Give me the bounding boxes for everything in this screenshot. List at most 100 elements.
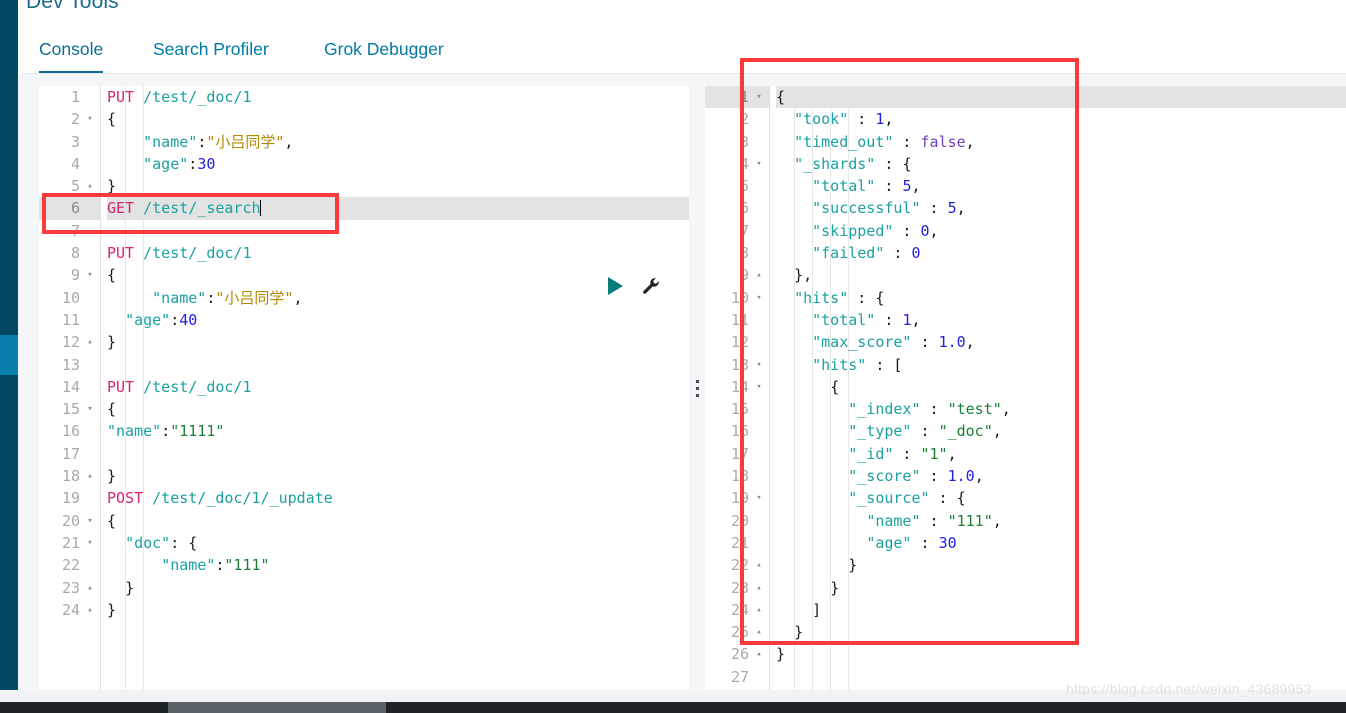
code-token: "test" [947,400,1002,419]
code-line[interactable]: PUT /test/_doc/1 [107,86,689,108]
fold-expand-icon[interactable]: ▴ [84,577,96,599]
code-line[interactable]: } [107,577,689,599]
fold-collapse-icon[interactable]: ▾ [753,287,765,309]
response-editor[interactable]: 1 ▾ 2 3 4 ▾ 5 6 7 8 9 ▴ 10 ▾ 11 12 13 ▾ 14 ▾ 15 16 17 18 19 ▾ 20 21… [705,86,1346,690]
code-line[interactable]: "_type" : "_doc", [776,420,1346,442]
code-line[interactable]: "age":40 [107,309,689,331]
code-token: "age" [866,533,912,552]
tab-search-profiler[interactable]: Search Profiler [153,26,269,74]
code-line[interactable]: "age":30 [107,153,689,175]
fold-expand-icon[interactable]: ▴ [753,621,765,643]
fold-collapse-icon[interactable]: ▾ [753,354,765,376]
fold-expand-icon[interactable]: ▴ [753,264,765,286]
fold-expand-icon[interactable]: ▴ [753,554,765,576]
code-line[interactable]: "name":"111" [107,554,689,576]
code-token: "total" [812,177,876,196]
code-token: } [107,467,117,486]
code-line[interactable]: }, [776,264,1346,286]
code-token: /test/_doc/1 [143,88,252,106]
code-line[interactable]: "_score" : 1.0, [776,465,1346,487]
code-line[interactable]: } [107,465,689,487]
code-line[interactable]: } [776,621,1346,643]
fold-expand-icon[interactable]: ▴ [84,599,96,621]
code-line[interactable]: } [107,599,689,621]
tab-grok-debugger[interactable]: Grok Debugger [324,26,444,74]
code-line[interactable]: } [776,643,1346,665]
fold-expand-icon[interactable]: ▴ [753,577,765,599]
code-line[interactable]: "successful" : 5, [776,197,1346,219]
code-line[interactable]: { [107,510,689,532]
response-editor-code[interactable]: { "took" : 1, "timed_out" : false, "_sha… [770,86,1346,690]
code-token: [ [893,355,903,374]
global-nav-rail[interactable] [0,0,18,700]
code-line[interactable]: { [107,264,689,286]
code-token: } [830,578,840,597]
code-line[interactable]: "_source" : { [776,487,1346,509]
code-token: "_index" [848,400,921,419]
code-line[interactable]: "name" : "111", [776,510,1346,532]
code-line[interactable]: ] [776,599,1346,621]
line-number: 21 ▾ [39,532,100,554]
code-line[interactable]: } [107,175,689,197]
code-line[interactable]: "name":"1111" [107,420,689,442]
fold-collapse-icon[interactable]: ▾ [753,487,765,509]
fold-collapse-icon[interactable]: ▾ [84,532,96,554]
code-line[interactable]: "failed" : 0 [776,242,1346,264]
code-line[interactable]: "_shards" : { [776,153,1346,175]
tab-console[interactable]: Console [39,26,104,74]
code-line[interactable]: "total" : 1, [776,309,1346,331]
fold-expand-icon[interactable]: ▴ [84,331,96,353]
code-line[interactable]: { [107,398,689,420]
code-line[interactable]: POST /test/_doc/1/_update [107,487,689,509]
request-editor[interactable]: 1 2 ▾ 3 4 5 ▴ 6 7 8 9 ▾ 10 11 12 ▴ 13 14 15 ▾ 16 17 18 ▴ 19 20 ▾ 21… [39,86,689,690]
line-number: 15 [730,400,749,419]
code-line[interactable]: "name":"小吕同学", [107,287,689,309]
code-line[interactable]: "name":"小吕同学", [107,131,689,153]
horizontal-scrollbar-thumb[interactable] [168,702,386,713]
horizontal-scrollbar[interactable] [0,702,1346,713]
wrench-icon[interactable] [641,276,661,296]
code-line[interactable]: } [776,577,1346,599]
code-line[interactable]: { [107,108,689,130]
code-line[interactable]: "took" : 1, [776,108,1346,130]
fold-collapse-icon[interactable]: ▾ [84,510,96,532]
code-line[interactable]: GET /test/_search [107,197,689,220]
play-icon[interactable] [608,277,623,295]
code-line[interactable] [107,220,689,242]
code-line[interactable] [107,354,689,376]
code-line[interactable]: "hits" : [ [776,354,1346,376]
code-line[interactable]: "age" : 30 [776,532,1346,554]
panel-resize-handle[interactable] [689,86,705,690]
request-editor-gutter[interactable]: 1 2 ▾ 3 4 5 ▴ 6 7 8 9 ▾ 10 11 12 ▴ 13 14 15 ▾ 16 17 18 ▴ 19 20 ▾ 21… [39,86,101,690]
fold-expand-icon[interactable]: ▴ [753,643,765,665]
code-line[interactable]: "max_score" : 1.0, [776,331,1346,353]
code-line[interactable]: "_index" : "test", [776,398,1346,420]
code-line[interactable] [107,443,689,465]
request-editor-code[interactable]: PUT /test/_doc/1{ "name":"小吕同学", "age":3… [101,86,689,690]
code-line[interactable]: PUT /test/_doc/1 [107,376,689,398]
code-line[interactable]: "timed_out" : false, [776,131,1346,153]
fold-expand-icon[interactable]: ▴ [84,175,96,197]
code-line[interactable]: "total" : 5, [776,175,1346,197]
code-line[interactable]: "doc": { [107,532,689,554]
fold-collapse-icon[interactable]: ▾ [753,86,765,108]
code-token: : [884,244,912,263]
code-line[interactable]: "skipped" : 0, [776,220,1346,242]
fold-collapse-icon[interactable]: ▾ [84,398,96,420]
code-line[interactable]: } [107,331,689,353]
code-line[interactable]: "_id" : "1", [776,443,1346,465]
fold-collapse-icon[interactable]: ▾ [84,264,96,286]
code-line[interactable]: { [776,376,1346,398]
fold-expand-icon[interactable]: ▴ [84,465,96,487]
code-line[interactable]: } [776,554,1346,576]
fold-expand-icon[interactable]: ▴ [753,599,765,621]
fold-collapse-icon[interactable]: ▾ [753,153,765,175]
fold-collapse-icon[interactable]: ▾ [753,376,765,398]
code-line[interactable]: PUT /test/_doc/1 [107,242,689,264]
code-line[interactable]: { [776,86,1346,109]
response-editor-gutter[interactable]: 1 ▾ 2 3 4 ▾ 5 6 7 8 9 ▴ 10 ▾ 11 12 13 ▾ 14 ▾ 15 16 17 18 19 ▾ 20 21… [705,86,770,690]
code-line[interactable]: "hits" : { [776,287,1346,309]
fold-collapse-icon[interactable]: ▾ [84,108,96,130]
